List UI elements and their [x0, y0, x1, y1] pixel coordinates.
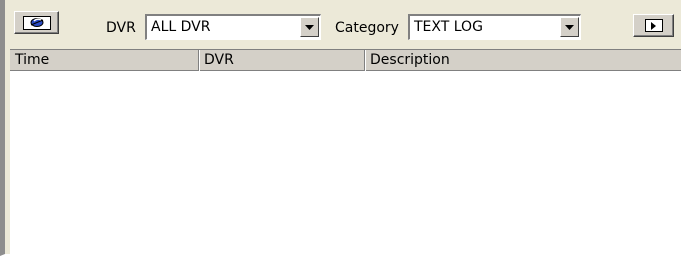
event-log-panel: DVR ALL DVR Category TEXT LOG Time DVR D… [0, 0, 681, 256]
list-header: Time DVR Description [10, 50, 681, 71]
play-button[interactable] [633, 14, 674, 37]
column-header-description[interactable]: Description [365, 50, 681, 71]
chevron-down-icon [305, 24, 314, 30]
category-dropdown-button[interactable] [560, 17, 579, 37]
dvr-select[interactable]: ALL DVR [145, 14, 321, 40]
search-button[interactable] [14, 11, 59, 34]
dvr-dropdown-button[interactable] [300, 17, 319, 37]
dvr-label: DVR [106, 20, 136, 36]
column-header-time[interactable]: Time [10, 50, 199, 71]
chevron-down-icon [565, 24, 574, 30]
category-select-value: TEXT LOG [414, 19, 483, 35]
event-list[interactable]: Time DVR Description [10, 49, 681, 255]
dvr-select-value: ALL DVR [151, 19, 211, 35]
column-header-dvr[interactable]: DVR [199, 50, 365, 71]
search-icon-frame [22, 15, 51, 30]
play-icon-frame [644, 19, 663, 32]
play-icon [651, 21, 656, 30]
category-select[interactable]: TEXT LOG [408, 14, 581, 40]
toolbar: DVR ALL DVR Category TEXT LOG [5, 0, 681, 47]
search-icon [30, 18, 43, 27]
category-label: Category [335, 20, 399, 36]
